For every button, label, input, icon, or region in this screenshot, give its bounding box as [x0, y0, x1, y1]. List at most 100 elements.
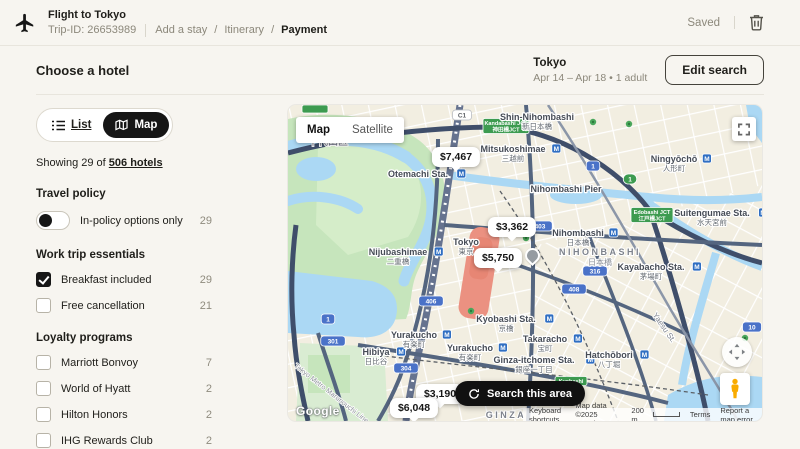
svg-text:人形町: 人形町 — [663, 164, 686, 173]
map-icon — [115, 119, 128, 131]
svg-text:C1: C1 — [458, 113, 467, 120]
svg-text:二重橋: 二重橋 — [387, 256, 410, 266]
breadcrumb-add-a-stay[interactable]: Add a stay — [155, 24, 207, 36]
svg-text:Hibiya: Hibiya — [362, 347, 390, 357]
results-count-link[interactable]: 506 hotels — [109, 157, 163, 169]
map-scale: 200 m — [631, 406, 680, 422]
map-label-area: GINZA — [486, 410, 527, 420]
svg-text:NIHONBASHI: NIHONBASHI — [559, 247, 641, 257]
map-type-map-button[interactable]: Map — [296, 117, 341, 143]
svg-text:水天宮前: 水天宮前 — [697, 217, 727, 227]
filter-row-hilton: Hilton Honors 2 — [36, 407, 212, 422]
svg-text:日比谷: 日比谷 — [365, 356, 388, 366]
svg-text:Suitengumae Sta.: Suitengumae Sta. — [674, 208, 750, 218]
filter-label: Breakfast included — [61, 274, 152, 286]
svg-text:京橋: 京橋 — [499, 323, 514, 333]
hilton-checkbox[interactable] — [36, 407, 51, 422]
svg-text:宝町: 宝町 — [538, 343, 553, 353]
road-shield: 406 — [419, 296, 444, 306]
search-summary-bar: Choose a hotel Tokyo Apr 14 – Apr 18 • 1… — [36, 46, 764, 95]
svg-text:M: M — [554, 146, 559, 153]
road-shield: 301 — [321, 336, 346, 346]
svg-text:Yurakucho: Yurakucho — [447, 343, 494, 353]
map-attribution: Keyboard shortcuts Map data ©2025 Google… — [523, 408, 762, 421]
svg-text:Yurakucho: Yurakucho — [391, 330, 438, 340]
list-icon — [52, 120, 65, 131]
svg-text:1: 1 — [628, 177, 632, 184]
google-logo[interactable]: Google — [296, 404, 340, 418]
fullscreen-button[interactable] — [732, 117, 756, 141]
map-label-station: Nihombashi Pier — [530, 184, 602, 194]
breadcrumb-payment[interactable]: Payment — [281, 24, 327, 36]
hotel-price-marker[interactable]: $5,750 — [474, 248, 522, 268]
svg-text:M: M — [459, 171, 464, 178]
filter-count: 2 — [206, 383, 212, 395]
road-shield: 316 — [583, 266, 608, 276]
terms-link[interactable]: Terms — [690, 410, 710, 419]
svg-text:1: 1 — [591, 164, 595, 171]
trip-title: Flight to Tokyo — [48, 9, 327, 21]
marriott-checkbox[interactable] — [36, 355, 51, 370]
svg-text:M: M — [547, 316, 552, 323]
svg-text:Shin-Nihombashi: Shin-Nihombashi — [500, 112, 574, 122]
svg-text:M: M — [694, 264, 699, 271]
road-shield: C1 — [453, 110, 472, 120]
svg-text:10: 10 — [748, 325, 756, 332]
jct-badge: Edobashi JCT江戸橋JCT — [631, 208, 673, 223]
in-policy-filter-row: In-policy options only 29 — [36, 211, 212, 230]
svg-text:神田橋JCT: 神田橋JCT — [493, 126, 521, 134]
pegman-icon — [728, 378, 742, 400]
svg-text:日本橋: 日本橋 — [588, 257, 612, 267]
report-map-error-link[interactable]: Report a map error — [720, 406, 756, 422]
road-shield: 1 — [623, 174, 637, 184]
breakfast-checkbox[interactable] — [36, 272, 51, 287]
map[interactable]: Kandabashi JCT神田橋JCTEdobashi JCT江戸橋JCTKy… — [288, 105, 762, 421]
svg-text:Ginza-itchome Sta.: Ginza-itchome Sta. — [493, 355, 574, 365]
tree-poi-icon — [590, 119, 596, 125]
saved-status: Saved — [687, 17, 720, 29]
svg-text:M: M — [436, 249, 441, 256]
svg-text:Kyobashi Sta.: Kyobashi Sta. — [476, 314, 536, 324]
svg-text:M: M — [500, 345, 505, 352]
hotel-price-marker[interactable]: $7,467 — [432, 147, 480, 167]
svg-text:Nihombashi: Nihombashi — [552, 228, 604, 238]
in-policy-toggle[interactable] — [36, 211, 70, 230]
hyatt-checkbox[interactable] — [36, 381, 51, 396]
map-view-button[interactable]: Map — [103, 112, 169, 138]
filter-label: Marriott Bonvoy — [61, 357, 138, 369]
ihg-checkbox[interactable] — [36, 433, 51, 448]
road-shield: 10 — [743, 322, 762, 332]
search-criteria: Tokyo Apr 14 – Apr 18 • 1 adult — [533, 57, 647, 84]
free-cancellation-checkbox[interactable] — [36, 298, 51, 313]
edit-search-button[interactable]: Edit search — [665, 55, 764, 85]
breadcrumb-itinerary[interactable]: Itinerary — [224, 24, 264, 36]
trash-icon — [749, 14, 764, 31]
svg-text:Hatchōbori: Hatchōbori — [585, 350, 633, 360]
svg-text:M: M — [398, 349, 403, 356]
filter-label: World of Hyatt — [61, 383, 131, 395]
hotel-search-page: Flight to Tokyo Trip-ID: 26653989 Add a … — [0, 0, 800, 449]
search-this-area-button[interactable]: Search this area — [455, 381, 585, 406]
road-shield: 408 — [562, 284, 587, 294]
scale-bar — [653, 412, 680, 417]
filter-count: 21 — [200, 300, 212, 312]
pan-control[interactable] — [722, 337, 752, 367]
svg-text:有楽町: 有楽町 — [459, 352, 482, 362]
svg-text:Mitsukoshimae: Mitsukoshimae — [480, 144, 545, 154]
essentials-title: Work trip essentials — [36, 249, 212, 261]
hotel-price-marker[interactable]: $3,362 — [488, 217, 536, 237]
keyboard-shortcuts-link[interactable]: Keyboard shortcuts — [529, 406, 565, 422]
filters-sidebar: List Map Showing 29 of 506 hotels Travel… — [36, 108, 212, 449]
filter-count: 2 — [206, 435, 212, 447]
list-view-button[interactable]: List — [40, 112, 103, 138]
delete-trip-button[interactable] — [749, 14, 764, 31]
svg-text:406: 406 — [426, 299, 437, 306]
filter-label: IHG Rewards Club — [61, 435, 153, 447]
street-view-pegman[interactable] — [720, 373, 750, 405]
svg-text:八丁堀: 八丁堀 — [598, 360, 621, 369]
svg-text:三越前: 三越前 — [502, 153, 525, 163]
map-canvas[interactable]: Kandabashi JCT神田橋JCTEdobashi JCT江戸橋JCTKy… — [288, 105, 762, 421]
tree-poi-icon — [468, 308, 474, 314]
map-type-satellite-button[interactable]: Satellite — [341, 117, 404, 143]
hotel-price-marker[interactable]: $6,048 — [390, 398, 438, 418]
